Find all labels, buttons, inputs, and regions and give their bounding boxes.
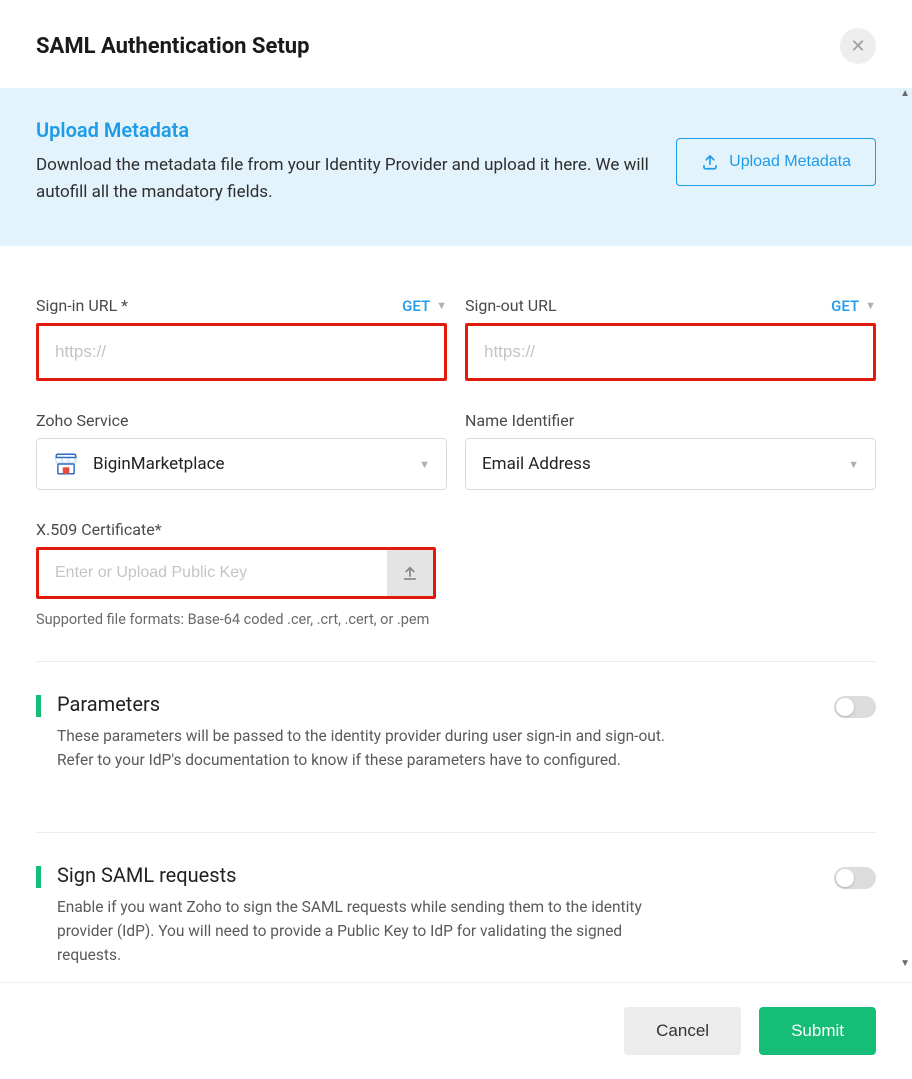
- signin-url-label: Sign-in URL *: [36, 296, 128, 315]
- section-accent: [36, 695, 41, 717]
- scroll-up-icon: ▲: [900, 88, 910, 99]
- signout-url-field: Sign-out URL GET ▼: [465, 296, 876, 381]
- modal-title: SAML Authentication Setup: [36, 34, 309, 59]
- scroll-area[interactable]: Upload Metadata Download the metadata fi…: [0, 88, 912, 982]
- modal-header: SAML Authentication Setup ✕: [0, 0, 912, 88]
- chevron-down-icon: ▼: [419, 458, 430, 471]
- certificate-upload-button[interactable]: [387, 550, 433, 596]
- saml-setup-modal: SAML Authentication Setup ✕ Upload Metad…: [0, 0, 912, 1079]
- chevron-down-icon: ▼: [865, 299, 876, 312]
- divider: [36, 832, 876, 833]
- zoho-service-label: Zoho Service: [36, 411, 129, 430]
- name-identifier-value: Email Address: [482, 454, 591, 474]
- name-identifier-select[interactable]: Email Address ▼: [465, 438, 876, 490]
- name-identifier-field: Name Identifier Email Address ▼: [465, 411, 876, 490]
- cancel-button[interactable]: Cancel: [624, 1007, 741, 1055]
- sign-saml-toggle[interactable]: [834, 867, 876, 889]
- parameters-title: Parameters: [57, 692, 818, 716]
- parameters-section: Parameters These parameters will be pass…: [36, 692, 876, 802]
- store-icon: [53, 451, 79, 477]
- zoho-service-value: BiginMarketplace: [93, 454, 225, 474]
- signin-method-dropdown[interactable]: GET ▼: [402, 297, 447, 315]
- modal-footer: Cancel Submit: [0, 982, 912, 1079]
- close-icon: ✕: [850, 36, 865, 57]
- chevron-down-icon: ▼: [848, 458, 859, 471]
- upload-icon: [701, 153, 719, 171]
- chevron-down-icon: ▼: [436, 299, 447, 312]
- certificate-helper-text: Supported file formats: Base-64 coded .c…: [36, 609, 436, 631]
- signout-method-dropdown[interactable]: GET ▼: [831, 297, 876, 315]
- sign-saml-section: Sign SAML requests Enable if you want Zo…: [36, 863, 876, 982]
- upload-button-label: Upload Metadata: [729, 153, 851, 171]
- signin-method-value: GET: [402, 297, 430, 315]
- zoho-service-select[interactable]: BiginMarketplace ▼: [36, 438, 447, 490]
- sign-saml-title: Sign SAML requests: [57, 863, 818, 887]
- upload-heading: Upload Metadata: [36, 118, 656, 142]
- name-identifier-label: Name Identifier: [465, 411, 574, 430]
- signin-url-field: Sign-in URL * GET ▼: [36, 296, 447, 381]
- upload-description: Download the metadata file from your Ide…: [36, 152, 656, 206]
- upload-metadata-button[interactable]: Upload Metadata: [676, 138, 876, 186]
- certificate-label: X.509 Certificate*: [36, 520, 162, 539]
- sign-saml-desc: Enable if you want Zoho to sign the SAML…: [57, 895, 677, 967]
- close-button[interactable]: ✕: [840, 28, 876, 64]
- form-body: Sign-in URL * GET ▼ Sign-out URL: [0, 246, 912, 982]
- certificate-input[interactable]: [39, 550, 387, 596]
- divider: [36, 661, 876, 662]
- section-accent: [36, 866, 41, 888]
- parameters-desc: These parameters will be passed to the i…: [57, 724, 677, 772]
- submit-button[interactable]: Submit: [759, 1007, 876, 1055]
- certificate-field: X.509 Certificate* Supported file format…: [36, 520, 436, 631]
- upload-icon: [401, 564, 419, 582]
- upload-metadata-banner: Upload Metadata Download the metadata fi…: [0, 88, 912, 246]
- signout-url-label: Sign-out URL: [465, 296, 557, 315]
- upload-text-block: Upload Metadata Download the metadata fi…: [36, 118, 656, 206]
- signout-method-value: GET: [831, 297, 859, 315]
- scroll-down-icon: ▼: [900, 958, 910, 969]
- signout-url-input[interactable]: [468, 326, 873, 378]
- zoho-service-field: Zoho Service BiginMarketplace ▼: [36, 411, 447, 490]
- parameters-toggle[interactable]: [834, 696, 876, 718]
- signin-url-input[interactable]: [39, 326, 444, 378]
